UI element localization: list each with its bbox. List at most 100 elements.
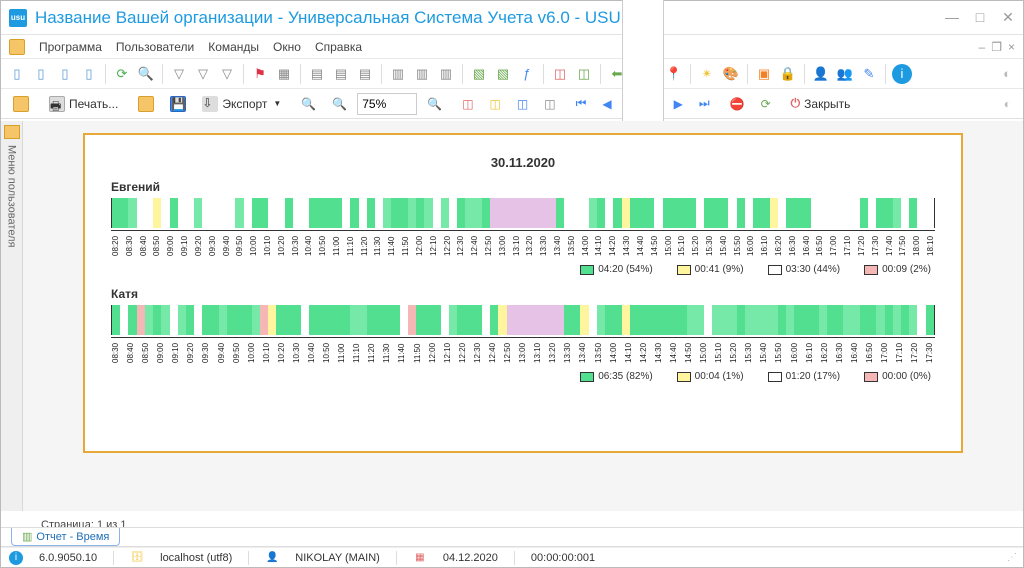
mdi-close-icon[interactable]: × bbox=[1008, 40, 1015, 54]
resize-grip-icon[interactable]: ⋰ bbox=[1007, 552, 1015, 563]
palette-icon[interactable]: 🎨 bbox=[721, 64, 741, 84]
help-icon[interactable]: ◐ bbox=[998, 93, 1017, 115]
next-page-icon[interactable]: ▶ bbox=[668, 93, 689, 115]
window-icon[interactable]: ◫ bbox=[574, 64, 594, 84]
flag-icon[interactable]: ⚑ bbox=[250, 64, 270, 84]
maximize-icon[interactable]: □ bbox=[973, 9, 987, 26]
info-icon[interactable]: i bbox=[892, 64, 912, 84]
workspace: Меню пользователя 30.11.2020 Евгений 08:… bbox=[1, 121, 1023, 511]
calendar-icon: ▦ bbox=[413, 551, 427, 565]
date-label: 04.12.2020 bbox=[443, 552, 498, 564]
close-icon[interactable]: ✕ bbox=[1001, 9, 1015, 26]
menu-icon[interactable] bbox=[9, 39, 25, 55]
prev-page-icon[interactable]: ◀ bbox=[596, 93, 617, 115]
open-icon[interactable] bbox=[132, 93, 160, 115]
mdi-minimize-icon[interactable]: – bbox=[979, 40, 986, 54]
tabbar: ▥ Отчет - Время bbox=[1, 527, 1023, 547]
activity-bar bbox=[111, 305, 935, 335]
db-icon: 🗄 bbox=[130, 551, 144, 565]
legend: 06:35 (82%)00:04 (1%)01:20 (17%)00:00 (0… bbox=[105, 371, 931, 382]
user-icon[interactable]: 👤 bbox=[811, 64, 831, 84]
first-page-icon[interactable]: ⏮ bbox=[570, 93, 593, 115]
host-label: localhost (utf8) bbox=[160, 552, 232, 564]
gear-icon[interactable]: ✴ bbox=[697, 64, 717, 84]
tab-report-time[interactable]: ▥ Отчет - Время bbox=[11, 528, 120, 546]
users-icon[interactable]: 👥 bbox=[835, 64, 855, 84]
user-name: Катя bbox=[111, 287, 941, 301]
tool-icon[interactable]: ▯ bbox=[7, 64, 27, 84]
minimize-icon[interactable]: — bbox=[945, 9, 959, 26]
report-canvas[interactable]: 30.11.2020 Евгений 08:2008:3008:4008:500… bbox=[23, 121, 1023, 511]
last-page-icon[interactable]: ⏭ bbox=[693, 93, 716, 115]
info-icon[interactable]: i bbox=[9, 551, 23, 565]
grid-icon[interactable]: ▥ bbox=[412, 64, 432, 84]
refresh-icon[interactable]: ⟳ bbox=[112, 64, 132, 84]
report-icon: ▥ bbox=[22, 530, 32, 543]
refresh-icon[interactable]: ⟳ bbox=[755, 93, 777, 115]
wand-icon[interactable]: ✎ bbox=[859, 64, 879, 84]
filter-icon[interactable]: ▽ bbox=[169, 64, 189, 84]
layout-icon[interactable]: ◫ bbox=[538, 93, 561, 115]
rss-icon[interactable]: ▣ bbox=[754, 64, 774, 84]
grid-icon[interactable]: ▤ bbox=[331, 64, 351, 84]
filter-icon[interactable]: ▽ bbox=[217, 64, 237, 84]
folder-icon[interactable] bbox=[7, 93, 35, 115]
layout-icon[interactable]: ◫ bbox=[456, 93, 479, 115]
report-page: 30.11.2020 Евгений 08:2008:3008:4008:500… bbox=[83, 133, 963, 453]
tool-icon[interactable]: ▯ bbox=[55, 64, 75, 84]
close-report-button[interactable]: ⏻ Закрыть bbox=[785, 93, 857, 115]
grid-icon[interactable]: ▥ bbox=[436, 64, 456, 84]
zoom-out-icon[interactable]: 🔍 bbox=[295, 93, 322, 115]
tool-icon[interactable]: ▦ bbox=[274, 64, 294, 84]
legend: 04:20 (54%)00:41 (9%)03:30 (44%)00:09 (2… bbox=[105, 264, 931, 275]
grid-icon[interactable]: ▤ bbox=[307, 64, 327, 84]
fx-icon[interactable]: ƒ bbox=[517, 64, 537, 84]
zoom-in-icon[interactable]: 🔍 bbox=[421, 93, 448, 115]
zoom-input[interactable] bbox=[357, 93, 417, 115]
statusbar: i 6.0.9050.10 🗄 localhost (utf8) 👤 NIKOL… bbox=[1, 547, 1023, 567]
folder-icon bbox=[4, 125, 20, 139]
user-name: Евгений bbox=[111, 180, 941, 194]
filter-icon[interactable]: ▽ bbox=[193, 64, 213, 84]
menubar: Программа Пользователи Команды Окно Спра… bbox=[1, 35, 1023, 59]
activity-bar bbox=[111, 198, 935, 228]
menu-item[interactable]: Справка bbox=[315, 40, 362, 54]
grid-icon[interactable]: ▥ bbox=[388, 64, 408, 84]
pin-icon[interactable]: 📍 bbox=[664, 64, 684, 84]
grid-icon[interactable]: ▤ bbox=[355, 64, 375, 84]
version-label: 6.0.9050.10 bbox=[39, 552, 97, 564]
lock-icon[interactable]: 🔒 bbox=[778, 64, 798, 84]
user-icon: 👤 bbox=[265, 551, 279, 565]
save-icon[interactable]: 💾 bbox=[164, 93, 192, 115]
tab-label: Отчет - Время bbox=[36, 531, 109, 543]
layout-icon[interactable]: ◫ bbox=[484, 93, 507, 115]
image-icon[interactable]: ▧ bbox=[469, 64, 489, 84]
help-icon[interactable]: ◐ bbox=[997, 64, 1017, 84]
report-date: 30.11.2020 bbox=[105, 155, 941, 170]
menu-item[interactable]: Команды bbox=[208, 40, 259, 54]
tool-icon[interactable]: ▯ bbox=[31, 64, 51, 84]
user-label: NIKOLAY (MAIN) bbox=[295, 552, 380, 564]
layout-icon[interactable]: ◫ bbox=[511, 93, 534, 115]
time-axis: 08:3008:4008:5009:0009:1009:2009:3009:40… bbox=[111, 337, 935, 365]
window-icon[interactable]: ◫ bbox=[550, 64, 570, 84]
app-logo-icon: usu bbox=[9, 9, 27, 27]
export-button[interactable]: ⇩Экспорт▼ bbox=[196, 93, 287, 115]
report-toolbar: 🖶Печать... 💾 ⇩Экспорт▼ 🔍 🔍 🔍 ◫ ◫ ◫ ◫ ⏮ ◀… bbox=[1, 89, 1023, 119]
print-button[interactable]: 🖶Печать... bbox=[43, 93, 124, 115]
tool-icon[interactable]: ▯ bbox=[79, 64, 99, 84]
menu-item[interactable]: Пользователи bbox=[116, 40, 194, 54]
menu-item[interactable]: Окно bbox=[273, 40, 301, 54]
titlebar: usu Название Вашей организации - Универс… bbox=[1, 1, 1023, 35]
time-axis: 08:2008:3008:4008:5009:0009:1009:2009:30… bbox=[111, 230, 935, 258]
window-title: Название Вашей организации - Универсальн… bbox=[35, 8, 643, 28]
main-toolbar: ▯ ▯ ▯ ▯ ⟳ 🔍 ▽ ▽ ▽ ⚑ ▦ ▤ ▤ ▤ ▥ ▥ ▥ ▧ ▧ ƒ … bbox=[1, 59, 1023, 89]
sidebar-label: Меню пользователя bbox=[6, 145, 18, 247]
user-menu-sidebar[interactable]: Меню пользователя bbox=[1, 121, 23, 511]
image-icon[interactable]: ▧ bbox=[493, 64, 513, 84]
zoom-reset-icon[interactable]: 🔍 bbox=[326, 93, 353, 115]
search-icon[interactable]: 🔍 bbox=[136, 64, 156, 84]
stop-icon[interactable]: ⛔ bbox=[724, 93, 751, 115]
menu-item[interactable]: Программа bbox=[39, 40, 102, 54]
mdi-restore-icon[interactable]: ❐ bbox=[991, 40, 1002, 54]
